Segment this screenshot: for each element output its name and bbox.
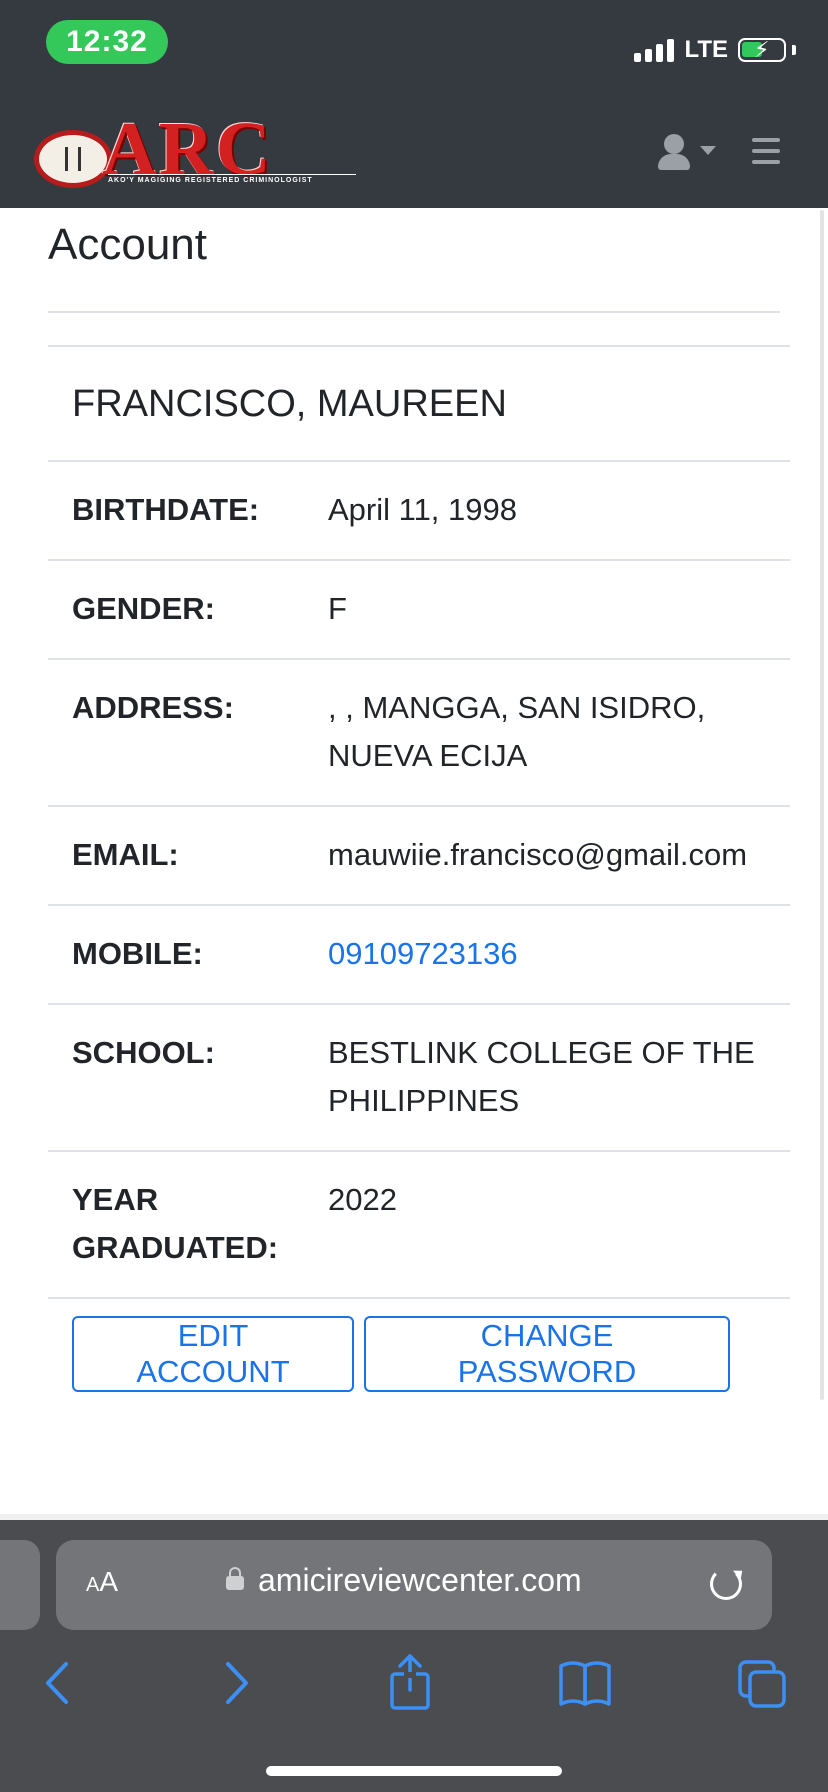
year-graduated-row: YEAR GRADUATED: 2022	[48, 1150, 790, 1297]
account-actions: EDIT ACCOUNT CHANGE PASSWORD	[72, 1316, 730, 1392]
home-indicator	[266, 1766, 562, 1776]
address-row: ADDRESS: , , MANGGA, SAN ISIDRO, NUEVA E…	[48, 658, 790, 805]
field-label: SCHOOL:	[72, 1035, 215, 1070]
bookmarks-icon[interactable]	[555, 1648, 615, 1718]
gender-row: GENDER: F	[48, 559, 790, 658]
gender-value: F	[328, 591, 347, 626]
cellular-signal-icon	[634, 38, 675, 62]
user-icon	[664, 134, 684, 154]
field-label: MOBILE:	[72, 936, 203, 971]
birthdate-value: April 11, 1998	[328, 492, 517, 527]
email-value: mauwiie.francisco@gmail.com	[328, 837, 748, 872]
change-password-button[interactable]: CHANGE PASSWORD	[364, 1316, 730, 1392]
page-title: Account	[48, 220, 207, 269]
caret-down-icon	[700, 146, 716, 155]
edit-account-button[interactable]: EDIT ACCOUNT	[72, 1316, 354, 1392]
year-graduated-value: 2022	[328, 1182, 397, 1217]
brand-tagline: AKO'Y MAGIGING REGISTERED CRIMINOLOGIST	[108, 174, 356, 184]
seal-icon	[34, 130, 112, 188]
reload-icon[interactable]	[710, 1568, 742, 1600]
share-icon[interactable]	[380, 1648, 440, 1718]
mobile-phone-link[interactable]: 09109723136	[328, 936, 518, 971]
scrollbar[interactable]	[820, 210, 824, 1400]
mobile-row: MOBILE: 09109723136	[48, 904, 790, 1003]
network-type: LTE	[684, 36, 728, 63]
divider	[48, 1297, 790, 1299]
school-value: BESTLINK COLLEGE OF THE PHILIPPINES	[328, 1035, 755, 1118]
user-menu-button[interactable]	[656, 132, 724, 172]
hamburger-menu-icon[interactable]	[752, 138, 780, 164]
text-size-button[interactable]: AA	[86, 1566, 118, 1598]
back-icon[interactable]	[28, 1648, 88, 1718]
previous-tab-peek[interactable]	[0, 1540, 40, 1630]
status-indicators: LTE ⚡	[634, 32, 796, 68]
url-domain[interactable]: amicireviewcenter.com	[258, 1562, 582, 1599]
browser-toolbar: AA amicireviewcenter.com	[0, 1520, 828, 1792]
email-row: EMAIL: mauwiie.francisco@gmail.com	[48, 805, 790, 904]
profile-name-row: FRANCISCO, MAUREEN	[48, 345, 790, 460]
field-label: BIRTHDATE:	[72, 492, 260, 527]
profile-name: FRANCISCO, MAUREEN	[72, 382, 507, 425]
address-value: , , MANGGA, SAN ISIDRO, NUEVA ECIJA	[328, 690, 706, 773]
field-label: ADDRESS:	[72, 690, 234, 725]
tabs-icon[interactable]	[732, 1648, 792, 1718]
status-time: 12:32	[46, 20, 168, 64]
field-label: GENDER:	[72, 591, 215, 626]
browser-nav-buttons	[0, 1648, 828, 1728]
address-bar[interactable]: AA amicireviewcenter.com	[56, 1540, 772, 1630]
field-label: EMAIL:	[72, 837, 179, 872]
battery-icon: ⚡	[738, 37, 786, 62]
birthdate-row: BIRTHDATE: April 11, 1998	[48, 460, 790, 559]
lock-icon	[226, 1567, 244, 1590]
forward-icon[interactable]	[206, 1648, 266, 1718]
account-details-table: FRANCISCO, MAUREEN BIRTHDATE: April 11, …	[48, 345, 790, 1299]
school-row: SCHOOL: BESTLINK COLLEGE OF THE PHILIPPI…	[48, 1003, 790, 1150]
field-label: YEAR GRADUATED:	[72, 1182, 279, 1265]
battery-tip	[792, 45, 796, 55]
top-navbar: 12:32 LTE ⚡ ARC AKO'Y MAGIGING REGISTERE…	[0, 0, 828, 208]
divider	[48, 311, 780, 313]
brand-logo[interactable]: ARC AKO'Y MAGIGING REGISTERED CRIMINOLOG…	[34, 107, 356, 192]
